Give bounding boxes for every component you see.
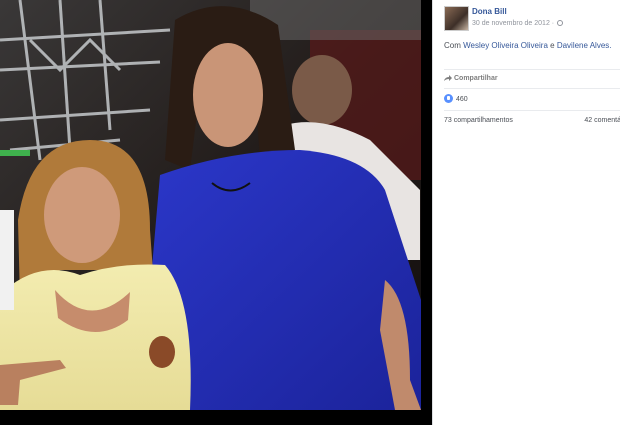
post-caption: Com Wesley Oliveira Oliveira e Davilene …: [444, 41, 620, 50]
post-header: Dona Bill 30 de novembro de 2012 ·: [444, 6, 620, 34]
post-date: 30 de novembro de 2012 ·: [472, 20, 564, 27]
author-avatar[interactable]: [444, 6, 469, 31]
post-date-text[interactable]: 30 de novembro de 2012 ·: [472, 20, 554, 27]
post-photo[interactable]: [0, 0, 421, 410]
like-icon: [444, 94, 453, 103]
reactions-summary[interactable]: 460: [444, 88, 620, 111]
globe-icon: [557, 20, 564, 26]
share-button[interactable]: Compartilhar: [444, 69, 620, 88]
share-icon: [444, 75, 452, 81]
share-label: Compartilhar: [454, 75, 498, 82]
caption-prefix: Com: [444, 41, 461, 50]
comments-count-link[interactable]: 42 comentá: [584, 111, 620, 131]
reactions-count: 460: [456, 96, 468, 103]
tagged-person-link[interactable]: Davilene Alves.: [557, 41, 612, 50]
post-details-panel: Dona Bill 30 de novembro de 2012 · Com W…: [432, 0, 620, 425]
photo-viewer: [0, 0, 432, 425]
post-stats: 73 compartilhamentos 42 comentá: [444, 110, 620, 131]
author-name[interactable]: Dona Bill: [472, 7, 507, 16]
shares-count-link[interactable]: 73 compartilhamentos: [444, 111, 513, 131]
tagged-person-link[interactable]: Wesley Oliveira Oliveira: [463, 41, 548, 50]
photo-image: [0, 0, 421, 410]
caption-conjunction: e: [550, 41, 555, 50]
